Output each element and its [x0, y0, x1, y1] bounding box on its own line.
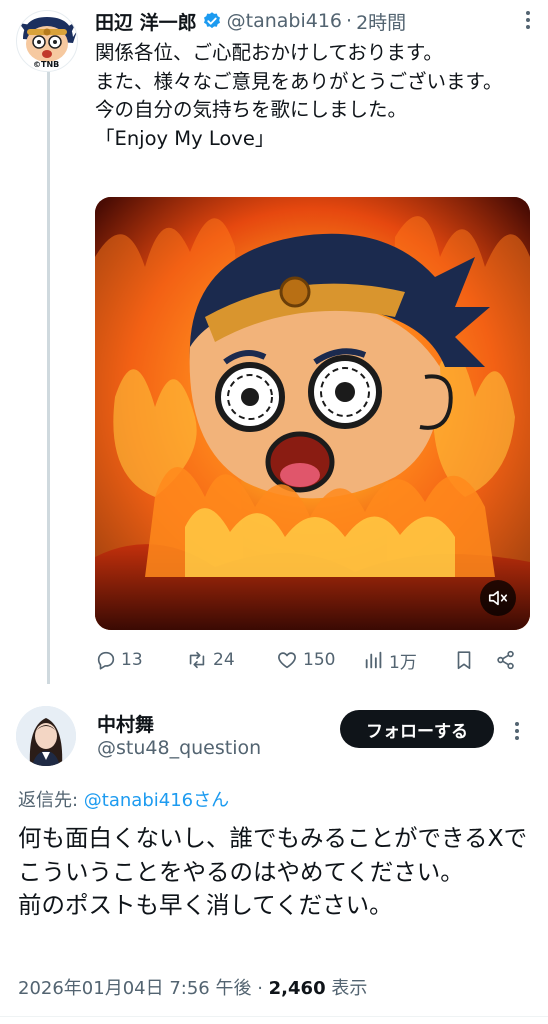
follow-button[interactable]: フォローする	[340, 710, 494, 748]
meta-separator: ·	[251, 978, 269, 999]
tweet-text: 関係各位、ご心配おかけしております。 また、様々なご意見をありがとうございます。…	[95, 41, 503, 150]
tweet-header: 田辺 洋一郎 @tanabi416 · 2時間	[95, 6, 535, 36]
reply-count: 13	[121, 650, 143, 670]
tweet-video[interactable]	[95, 197, 530, 630]
reply-meta: 2026年01月04日 7:56 午後 · 2,460 表示	[18, 974, 367, 1000]
retweet-icon	[189, 651, 205, 669]
views-icon	[365, 651, 382, 669]
reply-author-handle[interactable]: @stu48_question	[97, 737, 261, 759]
share-icon	[497, 650, 514, 670]
author-handle[interactable]: @tanabi416	[227, 10, 342, 32]
like-count: 150	[303, 650, 336, 670]
divider	[0, 1016, 548, 1017]
avatar-badge-text: ©TNB	[33, 60, 60, 69]
reply-views-label: 表示	[325, 978, 368, 999]
replying-to-prefix: 返信先:	[18, 790, 84, 811]
time-separator: ·	[346, 10, 353, 32]
more-options-icon[interactable]	[507, 719, 527, 741]
mute-button[interactable]	[480, 580, 516, 616]
thread-connector-line	[47, 72, 50, 684]
tweet-action-bar: 13 24 150 1万	[95, 645, 535, 675]
reply-author-name[interactable]: 中村舞	[97, 710, 154, 737]
author-name[interactable]: 田辺 洋一郎	[95, 8, 197, 35]
replying-to-mention[interactable]: @tanabi416さん	[84, 790, 229, 811]
avatar-photo	[16, 706, 76, 766]
reply-button[interactable]: 13	[95, 645, 143, 675]
more-options-icon[interactable]	[518, 8, 538, 30]
retweet-count: 24	[213, 650, 235, 670]
bookmark-icon	[457, 651, 471, 670]
reply-author-avatar[interactable]	[16, 706, 76, 766]
verified-badge-icon	[203, 12, 220, 29]
mute-icon	[488, 590, 508, 606]
like-icon	[278, 652, 296, 669]
tweet-time[interactable]: 2時間	[356, 8, 406, 35]
reply-icon	[97, 651, 115, 670]
share-button[interactable]	[495, 645, 521, 675]
bookmark-button[interactable]	[453, 645, 479, 675]
like-button[interactable]: 150	[275, 645, 335, 675]
replying-to: 返信先: @tanabi416さん	[18, 786, 229, 812]
reply-text: 何も面白くないし、誰でもみることができるXでこういうことをやるのはやめてください…	[18, 824, 528, 919]
fire-cartoon-artwork	[95, 197, 530, 630]
reply-timestamp[interactable]: 2026年01月04日 7:56 午後	[18, 978, 251, 999]
views-count: 1万	[389, 652, 417, 673]
reply-views-count: 2,460	[268, 978, 326, 999]
original-tweet[interactable]: 田辺 洋一郎 @tanabi416 · 2時間 関係各位、ご心配おかけしておりま…	[95, 6, 535, 153]
retweet-button[interactable]: 24	[185, 645, 235, 675]
views-button[interactable]: 1万	[363, 645, 417, 675]
